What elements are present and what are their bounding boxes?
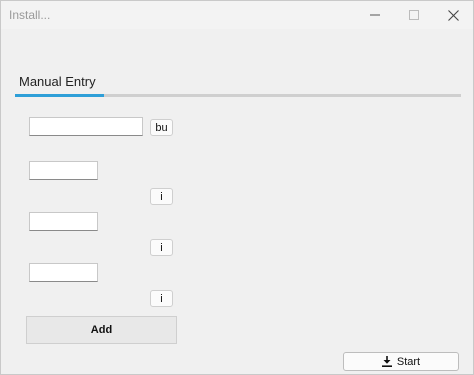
- add-button[interactable]: Add: [26, 316, 177, 344]
- browse-button[interactable]: bu: [150, 119, 173, 136]
- minimize-icon: [370, 14, 380, 16]
- entry-field-3[interactable]: [29, 212, 98, 231]
- tab-manual-entry[interactable]: Manual Entry: [19, 74, 96, 89]
- info-button-2[interactable]: i: [150, 239, 173, 256]
- start-button[interactable]: Start: [343, 352, 459, 371]
- entry-field-1[interactable]: [29, 117, 143, 136]
- entry-field-2[interactable]: [29, 161, 98, 180]
- info-button-1[interactable]: i: [150, 188, 173, 205]
- window-title: Install...: [9, 8, 51, 22]
- info-button-3[interactable]: i: [150, 290, 173, 307]
- installer-window: Install... Manual Entry bu i i i Add Sta…: [0, 0, 474, 375]
- entry-field-4[interactable]: [29, 263, 98, 282]
- title-bar: Install...: [1, 1, 473, 29]
- download-icon: [381, 356, 392, 367]
- maximize-icon: [409, 10, 419, 20]
- start-button-label: Start: [396, 355, 421, 368]
- close-button[interactable]: [436, 1, 470, 29]
- minimize-button[interactable]: [358, 1, 392, 29]
- close-icon: [447, 9, 459, 21]
- tab-indicator-track: [15, 94, 461, 97]
- tab-indicator-fill: [15, 94, 105, 97]
- maximize-button[interactable]: [397, 1, 431, 29]
